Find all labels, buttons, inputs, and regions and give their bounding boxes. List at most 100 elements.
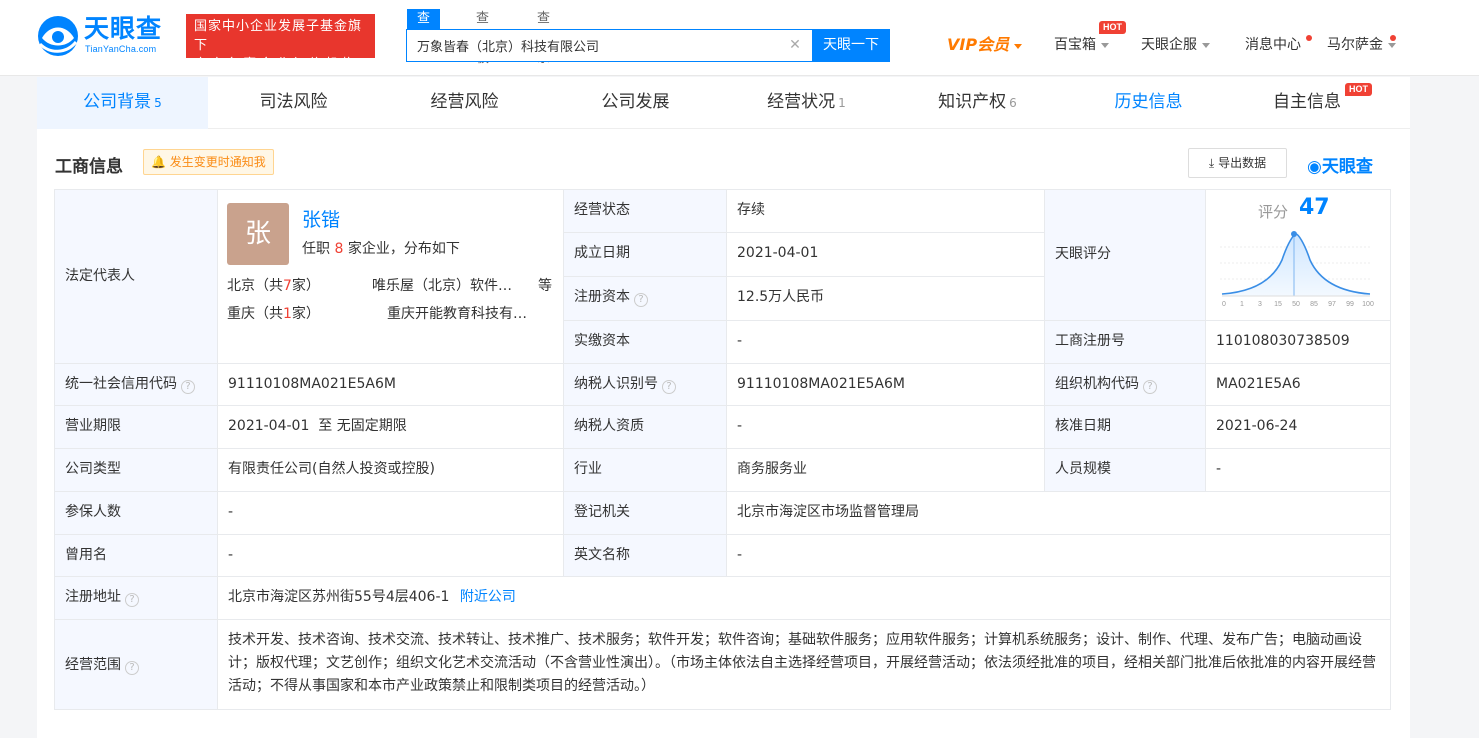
region-company-beijing[interactable]: 唯乐屋（北京）软件… (372, 276, 526, 296)
reg-no-label: 工商注册号 (1044, 320, 1206, 364)
avatar: 张 (227, 203, 289, 265)
score-tick-label: 99 (1346, 301, 1354, 308)
notify-label: 发生变更时通知我 (169, 155, 266, 169)
score-tick-label: 100 (1362, 301, 1374, 308)
tianyancha-logo[interactable]: 天眼查 TianYanCha.com (36, 14, 176, 60)
staff-size-value: - (1205, 448, 1391, 492)
term-label: 营业期限 (54, 405, 218, 449)
status-label: 经营状态 (563, 189, 727, 233)
message-center-label: 消息中心 (1245, 37, 1301, 53)
tab-operation-status[interactable]: 经营状况 1 (721, 77, 892, 129)
address-value: 北京市海淀区苏州街55号4层406-1 (228, 589, 450, 605)
score-tick-label: 97 (1328, 301, 1336, 308)
search-tab-boss[interactable]: 查老板 (476, 9, 489, 66)
summary-count: 8 (334, 241, 344, 257)
reg-capital-value: 12.5万人民币 (726, 276, 1045, 321)
region-company-chongqing[interactable]: 重庆开能教育科技有… (387, 304, 547, 324)
region-end: 家） (291, 306, 320, 322)
vip-menu[interactable]: VIP会员 (947, 34, 1023, 56)
badge-line-1: 国家中小企业发展子基金旗下 (194, 19, 363, 53)
section-title: 工商信息 (55, 157, 123, 177)
industry-label: 行业 (563, 448, 727, 492)
help-icon[interactable]: ? (125, 593, 139, 607)
change-notify-button[interactable]: 🔔 发生变更时通知我 (143, 149, 274, 175)
hot-badge: HOT (1345, 83, 1372, 96)
logo-subtext: TianYanCha.com (85, 44, 157, 54)
tab-operation-risk[interactable]: 经营风险 (379, 77, 550, 129)
vip-label: VIP会员 (947, 35, 1010, 54)
authority-value: 北京市海淀区市场监督管理局 (726, 491, 1391, 535)
tab-label: 公司发展 (601, 92, 670, 112)
more-label: 等 (538, 278, 552, 294)
tax-id-value: 91110108MA021E5A6M (726, 363, 1045, 406)
org-code-label: 组织机构代码? (1044, 363, 1206, 406)
qifu-menu[interactable]: 天眼企服 (1141, 34, 1210, 56)
score-distribution-chart: 0 1 3 15 50 85 97 99 100 (1220, 231, 1374, 308)
legal-rep-summary: 任职 8 家企业，分布如下 (302, 239, 460, 259)
bell-icon: 🔔 (151, 155, 166, 169)
tab-company-background[interactable]: 公司背景 5 (37, 77, 208, 129)
message-center-link[interactable]: 消息中心 (1245, 34, 1301, 56)
score-number: 47 (1299, 195, 1330, 220)
legal-rep-name[interactable]: 张锴 (302, 208, 340, 232)
tab-count: 1 (838, 96, 846, 110)
tab-history[interactable]: 历史信息 (1063, 77, 1234, 129)
region-count: 1 (283, 306, 292, 322)
paid-capital-value: - (726, 320, 1045, 364)
status-value: 存续 (726, 189, 1045, 233)
tab-ip[interactable]: 知识产权 6 (892, 77, 1063, 129)
user-unread-dot (1390, 35, 1396, 41)
legal-rep-label: 法定代表人 (54, 189, 218, 364)
tax-id-label-text: 纳税人识别号 (574, 376, 658, 392)
search-tab-relation[interactable]: 查关系 (537, 9, 550, 66)
brand-watermark: ◉天眼查 (1307, 152, 1373, 177)
help-icon[interactable]: ? (634, 293, 648, 307)
address-label: 注册地址? (54, 576, 218, 620)
tab-development[interactable]: 公司发展 (550, 77, 721, 129)
region-count: 7 (283, 278, 292, 294)
score-tick-label: 50 (1292, 301, 1300, 308)
reg-no-value: 110108030738509 (1205, 320, 1391, 364)
term-value: 2021-04-01 至 无固定期限 (217, 405, 564, 449)
summary-post: 家企业，分布如下 (347, 241, 460, 257)
tab-label: 历史信息 (1114, 92, 1183, 112)
score-marker (1291, 231, 1297, 237)
tax-qualification-label: 纳税人资质 (563, 405, 727, 449)
legal-rep-cell: 张 张锴 任职 8 家企业，分布如下 北京（共7家） 唯乐屋（北京）软件… 等 … (217, 189, 564, 364)
search-input[interactable] (417, 30, 777, 61)
english-name-label: 英文名称 (563, 534, 727, 577)
help-icon[interactable]: ? (181, 380, 195, 394)
score-label: 天眼评分 (1044, 189, 1206, 321)
company-type-value: 有限责任公司(自然人投资或控股) (217, 448, 564, 492)
eye-logo-icon (38, 16, 78, 56)
paid-capital-label: 实缴资本 (563, 320, 727, 364)
reg-capital-label: 注册资本? (563, 276, 727, 321)
org-code-value: MA021E5A6 (1205, 363, 1391, 406)
clear-icon[interactable]: ✕ (788, 38, 802, 52)
region-row-beijing[interactable]: 北京（共7家） (227, 276, 320, 296)
help-icon[interactable]: ? (1143, 380, 1157, 394)
search-tab-company[interactable]: 查公司 (407, 9, 441, 66)
export-label: 导出数据 (1218, 156, 1267, 170)
badge-line-2: 官方备案企业征信机构 (194, 57, 359, 72)
help-icon[interactable]: ? (662, 380, 676, 394)
score-curve-area (1222, 234, 1370, 296)
region-row-chongqing[interactable]: 重庆（共1家） (227, 304, 320, 324)
search-button[interactable]: 天眼一下 (812, 29, 890, 62)
summary-pre: 任职 (302, 241, 330, 257)
baibaoxiang-menu[interactable]: 百宝箱 (1054, 34, 1109, 56)
user-name: 马尔萨金 (1327, 37, 1383, 53)
found-date-label: 成立日期 (563, 232, 727, 277)
chevron-down-icon (1101, 42, 1109, 48)
former-name-label: 曾用名 (54, 534, 218, 577)
tab-label: 经营风险 (430, 92, 499, 112)
nearby-companies-link[interactable]: 附近公司 (460, 589, 516, 605)
user-menu[interactable]: 马尔萨金 (1327, 34, 1396, 56)
export-data-button[interactable]: ⤓ 导出数据 (1188, 148, 1287, 178)
tab-judicial-risk[interactable]: 司法风险 (208, 77, 379, 129)
help-icon[interactable]: ? (125, 661, 139, 675)
score-panel: 评分 47 0 1 3 15 50 85 97 99 100 (1205, 189, 1391, 321)
official-badge: 国家中小企业发展子基金旗下 官方备案企业征信机构 (186, 14, 375, 72)
scope-label-text: 经营范围 (65, 657, 121, 673)
scope-value: 技术开发、技术咨询、技术交流、技术转让、技术推广、技术服务；软件开发；软件咨询；… (217, 619, 1391, 710)
